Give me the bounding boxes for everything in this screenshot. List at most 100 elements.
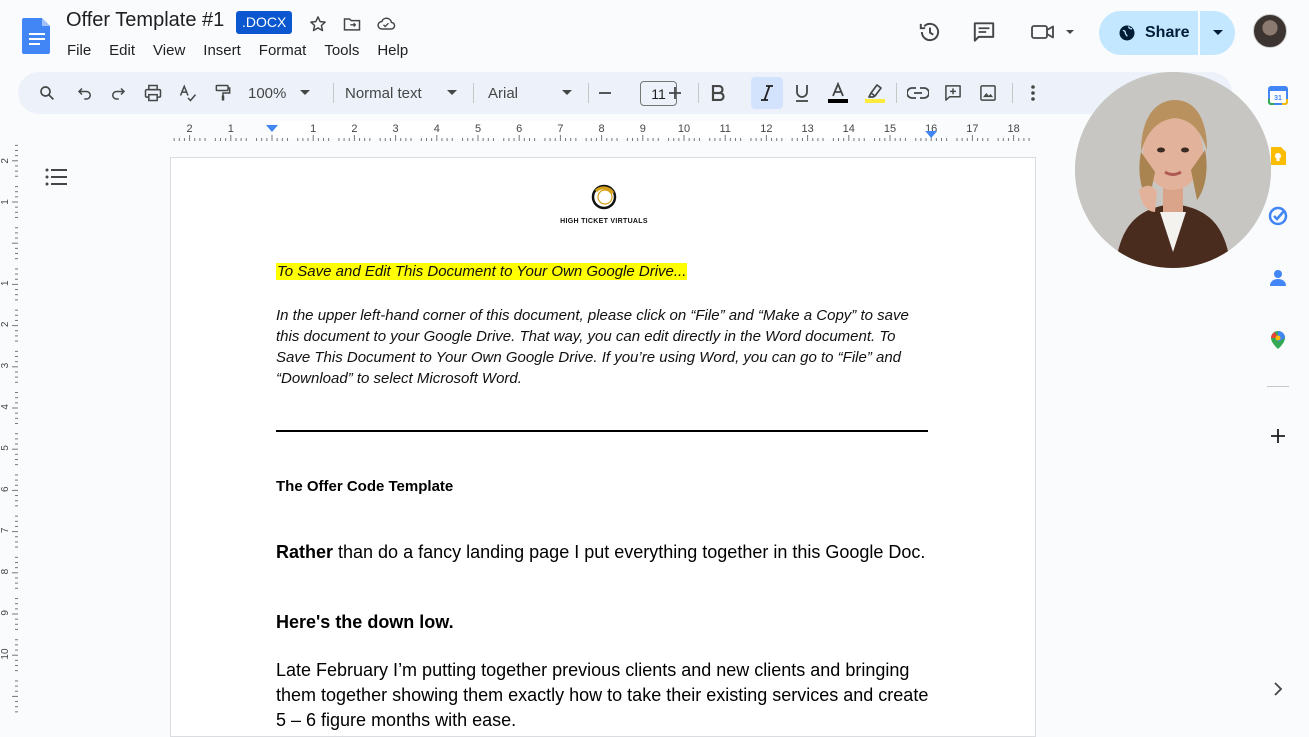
ruler-label: 4 <box>434 123 440 135</box>
menu-insert[interactable]: Insert <box>194 40 250 61</box>
spellcheck-icon[interactable] <box>175 72 201 114</box>
calendar-icon[interactable]: 31 <box>1267 84 1289 106</box>
chevron-down-icon <box>562 90 572 95</box>
comments-icon[interactable] <box>969 17 999 47</box>
intro-paragraph: Rather than do a fancy landing page I pu… <box>276 540 936 565</box>
account-avatar[interactable] <box>1253 14 1287 48</box>
ruler-label: 6 <box>516 123 522 135</box>
tasks-icon[interactable] <box>1267 205 1289 227</box>
menu-edit[interactable]: Edit <box>100 40 144 61</box>
ruler-label: 1 <box>0 280 11 286</box>
menu-tools[interactable]: Tools <box>315 40 368 61</box>
toolbar-divider <box>698 83 699 103</box>
ruler-label: 12 <box>760 123 772 135</box>
share-button[interactable]: Share <box>1099 11 1198 55</box>
ruler-ticks: 2 1 1 2 3 4 5 6 7 8 9 10 11 12 13 14 15 16 17 18 <box>173 123 1030 141</box>
menu-bar: File Edit View Insert Format Tools Help <box>58 40 417 61</box>
ruler-label: 1 <box>228 123 234 135</box>
share-button-group: Share <box>1099 11 1235 55</box>
ruler-label: 3 <box>393 123 399 135</box>
intro-bold-word: Rather <box>276 542 334 562</box>
horizontal-ruler[interactable]: 2 1 1 2 3 4 5 6 7 8 9 10 11 12 13 14 15 16 17 18 <box>168 119 1038 141</box>
share-options-button[interactable] <box>1200 11 1235 55</box>
ruler-label: 18 <box>1007 123 1019 135</box>
highlighted-instruction: To Save and Edit This Document to Your O… <box>276 263 688 280</box>
ruler-label: 9 <box>640 123 646 135</box>
ruler-label: 2 <box>187 123 193 135</box>
logo-ring-icon <box>591 184 617 210</box>
zoom-value: 100% <box>248 84 287 102</box>
add-comment-icon[interactable] <box>940 72 966 114</box>
ruler-label: 2 <box>0 321 11 327</box>
ruler-ticks-vertical: 2 1 1 2 3 4 5 6 7 8 9 10 <box>0 144 18 713</box>
toolbar-divider <box>588 83 589 103</box>
ruler-label: 10 <box>678 123 690 135</box>
expand-icon[interactable] <box>1267 678 1289 700</box>
video-call-avatar[interactable] <box>1075 72 1271 268</box>
horizontal-rule <box>276 430 928 432</box>
ruler-label: 5 <box>475 123 481 135</box>
font-value: Arial <box>488 84 519 102</box>
ruler-label: 13 <box>801 123 813 135</box>
down-low-heading: Here's the down low. <box>276 612 454 632</box>
search-menus-icon[interactable] <box>34 72 60 114</box>
docs-logo-icon[interactable] <box>22 16 52 54</box>
side-panel: 31 <box>1258 80 1298 720</box>
offer-heading: The Offer Code Template <box>276 478 454 495</box>
plus-icon <box>669 87 681 99</box>
intro-text: than do a fancy landing page I put every… <box>333 542 926 562</box>
ruler-label: 2 <box>351 123 357 135</box>
italic-icon[interactable] <box>755 72 779 114</box>
ruler-label: 3 <box>0 362 11 368</box>
print-icon[interactable] <box>140 72 166 114</box>
ruler-label: 11 <box>719 123 730 135</box>
contacts-icon[interactable] <box>1267 267 1289 289</box>
meet-icon[interactable] <box>1027 17 1077 47</box>
redo-icon[interactable] <box>105 72 131 114</box>
ruler-label: 9 <box>0 610 11 616</box>
paint-format-icon[interactable] <box>210 72 236 114</box>
vertical-ruler[interactable]: 2 1 1 2 3 4 5 6 7 8 9 10 <box>0 140 18 720</box>
insert-link-icon[interactable] <box>905 72 931 114</box>
move-folder-icon[interactable] <box>340 12 364 36</box>
more-options-icon[interactable] <box>1022 72 1044 114</box>
star-icon[interactable] <box>306 12 330 36</box>
cloud-saved-icon[interactable] <box>374 12 398 36</box>
bold-icon[interactable] <box>705 72 731 114</box>
insert-image-icon[interactable] <box>975 72 1001 114</box>
document-page[interactable]: HIGH TICKET VIRTUALS To Save and Edit Th… <box>170 157 1036 737</box>
zoom-select[interactable]: 100% <box>248 72 324 114</box>
increase-font-size-button[interactable] <box>666 72 684 114</box>
ruler-label: 10 <box>0 648 11 660</box>
text-color-icon[interactable] <box>824 72 852 114</box>
ruler-label: 1 <box>0 199 11 205</box>
menu-format[interactable]: Format <box>250 40 316 61</box>
menu-view[interactable]: View <box>144 40 194 61</box>
formatting-toolbar: 100% Normal text Arial 11 <box>18 72 1232 114</box>
toolbar-divider <box>896 83 897 103</box>
chevron-down-icon <box>300 90 311 95</box>
keep-icon[interactable] <box>1267 145 1289 167</box>
add-icon[interactable] <box>1267 425 1289 447</box>
document-outline-icon[interactable] <box>44 166 68 188</box>
side-panel-divider <box>1267 386 1289 387</box>
underline-icon[interactable] <box>789 72 815 114</box>
paragraph-style-value: Normal text <box>345 84 422 102</box>
ruler-label: 15 <box>884 123 896 135</box>
paragraph-style-select[interactable]: Normal text <box>345 72 457 114</box>
undo-icon[interactable] <box>72 72 98 114</box>
decrease-font-size-button[interactable] <box>596 72 614 114</box>
chevron-down-icon <box>1212 30 1223 35</box>
menu-help[interactable]: Help <box>368 40 417 61</box>
ruler-label: 2 <box>0 158 11 164</box>
ruler-label: 6 <box>0 486 11 492</box>
company-logo: HIGH TICKET VIRTUALS <box>171 183 1037 225</box>
menu-file[interactable]: File <box>58 40 100 61</box>
document-title[interactable]: Offer Template #1 <box>66 9 224 32</box>
version-history-icon[interactable] <box>915 17 945 47</box>
maps-icon[interactable] <box>1267 329 1289 351</box>
toolbar-divider <box>333 83 334 103</box>
font-select[interactable]: Arial <box>488 72 572 114</box>
highlight-color-icon[interactable] <box>861 72 889 114</box>
top-bar: Offer Template #1 .DOCX File Edit View I… <box>0 0 1309 68</box>
